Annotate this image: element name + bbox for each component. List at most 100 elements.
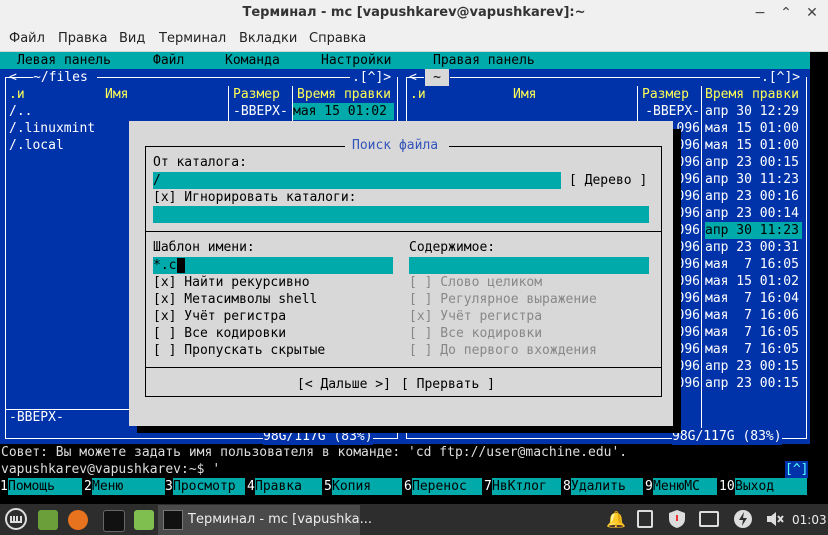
fkey-number: 3 bbox=[165, 478, 173, 495]
volume-icon[interactable] bbox=[765, 509, 785, 529]
name-pattern-input[interactable]: *.c bbox=[153, 257, 393, 274]
right-col-name[interactable]: Имя bbox=[513, 86, 536, 103]
content-label: Содержимое: bbox=[409, 240, 496, 255]
left-sort-indicator[interactable]: .и bbox=[9, 86, 25, 103]
menu-icon[interactable] bbox=[4, 507, 28, 531]
from-dir-input[interactable]: / bbox=[153, 172, 561, 189]
fkey-number: 5 bbox=[324, 478, 332, 495]
next-button[interactable]: [< Дальше >] bbox=[297, 376, 391, 393]
content-input[interactable] bbox=[409, 257, 649, 274]
fkey-помощь[interactable]: Помощь bbox=[8, 478, 82, 495]
table-row[interactable]: /.linuxmint bbox=[9, 120, 95, 137]
notifications-icon[interactable]: 🔔 bbox=[606, 510, 626, 529]
mc-menu-command[interactable]: Команда bbox=[225, 52, 280, 69]
table-cell-time: апр 23 00:31 bbox=[705, 240, 799, 255]
left-col-size[interactable]: Размер bbox=[233, 86, 280, 103]
mc-menu-right[interactable]: Правая панель bbox=[433, 52, 535, 69]
left-panel-corner[interactable]: .[^]> bbox=[352, 69, 392, 86]
table-cell-time: апр 23 00:15 bbox=[705, 155, 799, 170]
ignore-dirs-checkbox[interactable]: [x] Игнорировать каталоги: bbox=[153, 189, 357, 206]
left-panel-corner-l: < bbox=[9, 70, 17, 85]
opt-first-hit[interactable]: [ ] До первого вхождения bbox=[409, 342, 597, 359]
menu-tabs[interactable]: Вкладки bbox=[239, 26, 297, 51]
dialog-frame-top-r bbox=[449, 146, 661, 147]
right-panel-corner[interactable]: .[^]> bbox=[761, 69, 801, 86]
maximize-button[interactable]: ⌃ bbox=[778, 5, 794, 21]
window-title: Терминал - mc [vapushkarev@vapushkarev]:… bbox=[242, 5, 586, 20]
opt-content-case[interactable]: [x] Учёт регистра bbox=[409, 308, 542, 325]
mc-menu-options[interactable]: Настройки bbox=[321, 52, 391, 69]
table-row[interactable]: /.. bbox=[9, 103, 32, 120]
shield-icon[interactable] bbox=[667, 509, 687, 529]
firefox-icon[interactable] bbox=[68, 510, 88, 530]
menu-help[interactable]: Справка bbox=[309, 26, 366, 51]
mc-menubar bbox=[0, 52, 810, 69]
right-col-size[interactable]: Размер bbox=[642, 86, 689, 103]
show-desktop-icon[interactable] bbox=[38, 510, 58, 530]
clock: 01:03 bbox=[792, 513, 827, 527]
right-col-time[interactable]: Время правки bbox=[705, 86, 799, 103]
fkey-number: 4 bbox=[247, 478, 255, 495]
menu-terminal[interactable]: Терминал bbox=[159, 26, 226, 51]
opt-case-sensitive[interactable]: [x] Учёт регистра bbox=[153, 308, 286, 325]
opt-recursive[interactable]: [x] Найти рекурсивно bbox=[153, 274, 310, 291]
table-cell-time: мая 15 01:02 bbox=[705, 274, 799, 289]
terminal-launcher-icon[interactable] bbox=[103, 510, 125, 532]
minimize-button[interactable]: − bbox=[752, 5, 768, 21]
tree-button[interactable]: [ Дерево ] bbox=[569, 172, 647, 189]
table-cell-time: апр 30 11:23 bbox=[705, 172, 799, 187]
shell-prompt[interactable]: vapushkarev@vapushkarev:~$ ' bbox=[1, 461, 220, 478]
fkey-выход[interactable]: Выход bbox=[735, 478, 807, 495]
opt-regexp[interactable]: [ ] Регулярное выражение bbox=[409, 291, 597, 308]
cancel-button[interactable]: [ Прервать ] bbox=[401, 376, 495, 393]
opt-skip-hidden[interactable]: [ ] Пропускать скрытые bbox=[153, 342, 325, 359]
close-button[interactable]: ✕ bbox=[804, 5, 820, 21]
ignore-dirs-input[interactable] bbox=[153, 206, 649, 223]
menu-view[interactable]: Вид bbox=[119, 26, 145, 51]
left-panel-path[interactable]: ~/files bbox=[33, 69, 88, 86]
fkey-копия[interactable]: Копия bbox=[332, 478, 402, 495]
table-row[interactable]: /.local bbox=[9, 137, 64, 154]
task-terminal-icon bbox=[163, 510, 183, 530]
name-pattern-label: Шаблон имени: bbox=[153, 240, 255, 255]
mc-menu-file[interactable]: Файл bbox=[153, 52, 184, 69]
right-panel-border-top2 bbox=[450, 77, 760, 78]
fkey-number: 9 bbox=[645, 478, 653, 495]
table-cell-time: апр 23 00:15 bbox=[705, 376, 799, 391]
prompt-corner[interactable]: [^] bbox=[785, 461, 809, 478]
fkey-удалить[interactable]: Удалить bbox=[571, 478, 643, 495]
left-col-name[interactable]: Имя bbox=[105, 86, 128, 103]
network-icon[interactable] bbox=[699, 511, 719, 527]
fkey-правка[interactable]: Правка bbox=[255, 478, 322, 495]
dialog-frame-bottom bbox=[145, 396, 662, 397]
menu-edit[interactable]: Правка bbox=[58, 26, 107, 51]
table-cell-size: -ВВЕРХ- bbox=[645, 104, 700, 119]
fkey-просмотр[interactable]: Просмотр bbox=[173, 478, 245, 495]
table-cell-time: апр 30 11:23 bbox=[705, 222, 802, 239]
opt-content-charsets[interactable]: [ ] Все кодировки bbox=[409, 325, 542, 342]
opt-shell-patterns[interactable]: [x] Метасимволы shell bbox=[153, 291, 317, 308]
table-cell-time: мая 15 01:00 bbox=[705, 121, 799, 136]
menu-file[interactable]: Файл bbox=[9, 26, 45, 51]
fkey-нвктлог[interactable]: НвКтлог bbox=[492, 478, 561, 495]
table-cell-time: мая 15 01:00 bbox=[705, 138, 799, 153]
opt-all-charsets[interactable]: [ ] Все кодировки bbox=[153, 325, 286, 342]
table-cell-time: апр 23 00:15 bbox=[705, 359, 799, 374]
fkey-менюmc[interactable]: МенюMC bbox=[653, 478, 717, 495]
right-sort-indicator[interactable]: .и bbox=[410, 86, 426, 103]
files-icon[interactable] bbox=[134, 510, 154, 530]
table-cell-time: мая 7 16:04 bbox=[705, 291, 799, 306]
table-cell-time: мая 15 01:02 bbox=[293, 103, 394, 120]
table-cell-size: -ВВЕРХ- bbox=[233, 104, 288, 119]
power-icon[interactable] bbox=[733, 509, 753, 529]
fkey-перенос[interactable]: Перенос bbox=[412, 478, 482, 495]
text-cursor bbox=[177, 258, 185, 273]
left-status: -ВВЕРХ- bbox=[9, 410, 64, 425]
fkey-меню[interactable]: Меню bbox=[92, 478, 165, 495]
mc-menu-left[interactable]: Левая панель bbox=[17, 52, 111, 69]
right-panel-path[interactable]: ~ bbox=[425, 69, 449, 86]
clipboard-icon[interactable] bbox=[637, 510, 653, 528]
left-col-time[interactable]: Время правки bbox=[297, 86, 391, 103]
opt-whole-words[interactable]: [ ] Слово целиком bbox=[409, 274, 542, 291]
dialog-sep-1 bbox=[145, 231, 662, 232]
